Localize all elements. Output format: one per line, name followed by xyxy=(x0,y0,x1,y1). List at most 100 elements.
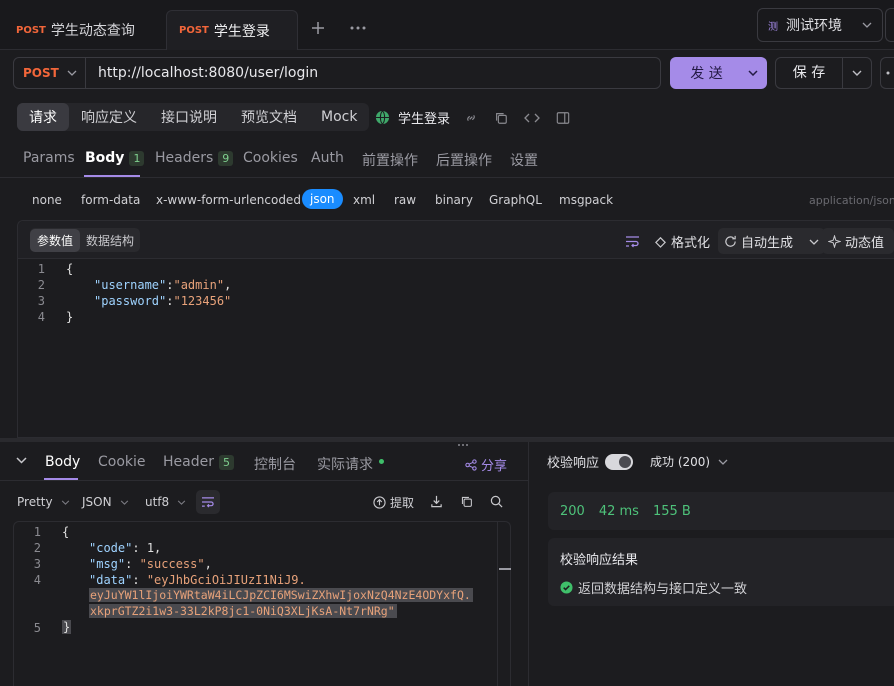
tab-mock[interactable]: Mock xyxy=(309,103,369,131)
tab-settings[interactable]: 设置 xyxy=(510,150,538,170)
tab-pre-processors[interactable]: 前置操作 xyxy=(362,150,418,170)
body-type-form-data[interactable]: form-data xyxy=(81,193,140,207)
copy-icon[interactable] xyxy=(494,111,508,125)
environment-extra[interactable] xyxy=(885,8,894,42)
code-line[interactable]: eyJuYW1lIjoiYWRtaW4iLCJpZCI6MSwiZXhwIjox… xyxy=(89,588,473,602)
body-type-binary[interactable]: binary xyxy=(435,193,473,207)
code-line[interactable]: "data": "eyJhbGciOiJIUzI1NiJ9. xyxy=(89,573,306,587)
drag-handle-icon[interactable] xyxy=(457,437,469,446)
link-icon[interactable] xyxy=(464,111,478,125)
request-name[interactable]: 学生登录 xyxy=(398,108,450,127)
language-select[interactable]: JSON xyxy=(82,495,129,509)
response-tab-console[interactable]: 控制台 xyxy=(254,454,296,474)
tab-post-processors[interactable]: 后置操作 xyxy=(436,150,492,170)
code-line[interactable]: "msg": "success", xyxy=(89,557,212,571)
status-dot xyxy=(379,458,384,464)
body-type-raw[interactable]: raw xyxy=(394,193,416,207)
code-line[interactable]: } xyxy=(62,620,72,634)
tab-preview-docs[interactable]: 预览文档 xyxy=(229,103,309,131)
json-key: "username" xyxy=(94,278,167,292)
code-line[interactable]: "code": 1, xyxy=(89,541,161,555)
code-line[interactable]: } xyxy=(66,310,73,324)
code-line[interactable]: "username":"admin", xyxy=(94,278,231,292)
scrollbar[interactable] xyxy=(497,522,511,686)
tab-api-description[interactable]: 接口说明 xyxy=(149,103,229,131)
tab-request[interactable]: 请求 xyxy=(17,103,69,131)
more-tabs-button[interactable] xyxy=(346,16,370,40)
body-type-json[interactable]: json xyxy=(302,189,343,209)
url-input[interactable] xyxy=(86,58,660,88)
tab-headers[interactable]: Headers 9 xyxy=(155,150,234,166)
body-type-none[interactable]: none xyxy=(32,193,62,207)
status-code: 200 xyxy=(560,503,585,519)
validate-toggle[interactable] xyxy=(605,453,634,470)
share-button[interactable]: 分享 xyxy=(465,455,507,474)
send-label: 发 送 xyxy=(690,66,723,82)
json-value: "admin" xyxy=(173,278,225,292)
share-icon xyxy=(465,458,477,471)
validate-response-label: 校验响应 xyxy=(547,456,600,471)
wrap-button[interactable] xyxy=(620,228,644,254)
json-value-cont: xkprGTZ2i1w3-33L2kP8jc1-0NiQ3XLjKsA-Nt7r… xyxy=(90,604,395,618)
validation-status-select[interactable]: 成功 (200) xyxy=(650,453,728,470)
search-button[interactable] xyxy=(490,495,503,512)
code-line[interactable]: "password":"123456" xyxy=(94,294,231,308)
environment-select[interactable]: 测 测试环境 xyxy=(757,8,883,42)
panel-splitter[interactable] xyxy=(0,438,894,442)
wrap-lines-icon xyxy=(625,235,639,247)
encoding-select[interactable]: utf8 xyxy=(145,495,186,509)
send-button[interactable]: 发 送 xyxy=(670,57,767,89)
body-type-urlencoded[interactable]: x-www-form-urlencoded xyxy=(156,193,301,207)
method-select[interactable]: POST xyxy=(14,58,86,88)
response-tab-cookie[interactable]: Cookie xyxy=(98,454,146,470)
request-name-area: 学生登录 xyxy=(375,108,570,127)
tab-headers-label: Headers xyxy=(155,150,214,166)
response-tab-actual-request[interactable]: 实际请求 xyxy=(317,454,384,474)
body-type-xml[interactable]: xml xyxy=(353,193,375,207)
send-dropdown[interactable] xyxy=(739,70,767,76)
download-icon xyxy=(431,495,442,508)
copy-button[interactable] xyxy=(460,495,473,512)
format-value: Pretty xyxy=(17,495,53,509)
refresh-icon xyxy=(725,235,736,247)
save-button[interactable]: 保 存 xyxy=(776,58,843,88)
tab-params[interactable]: Params xyxy=(23,150,75,166)
tab-response-definition[interactable]: 响应定义 xyxy=(69,103,149,131)
line-number: 3 xyxy=(37,294,45,308)
wrap-button[interactable] xyxy=(196,490,220,514)
dynamic-value-button[interactable]: 动态值 xyxy=(822,228,894,254)
mode-schema[interactable]: 数据结构 xyxy=(80,229,140,252)
request-tab-active[interactable]: POST 学生登录 xyxy=(166,10,298,50)
auto-generate-button[interactable]: 自动生成 xyxy=(718,228,826,254)
body-type-graphql[interactable]: GraphQL xyxy=(489,193,542,207)
line-number: 5 xyxy=(33,621,41,635)
download-button[interactable] xyxy=(430,495,443,512)
more-actions-button[interactable] xyxy=(880,57,894,89)
save-dropdown[interactable] xyxy=(843,70,871,76)
tab-cookies[interactable]: Cookies xyxy=(243,150,298,166)
response-size: 155 B xyxy=(652,503,691,519)
code-line[interactable]: { xyxy=(66,262,73,276)
format-button[interactable]: 格式化 xyxy=(654,228,710,254)
code-line[interactable]: { xyxy=(62,525,69,539)
body-type-msgpack[interactable]: msgpack xyxy=(559,193,613,207)
code-line[interactable]: xkprGTZ2i1w3-33L2kP8jc1-0NiQ3XLjKsA-Nt7r… xyxy=(89,604,397,618)
add-tab-button[interactable] xyxy=(306,16,330,40)
request-tab[interactable]: POST 学生动态查询 xyxy=(4,10,147,50)
scrollbar-thumb[interactable] xyxy=(499,568,511,570)
collapse-response-button[interactable] xyxy=(16,453,27,468)
panel-icon[interactable] xyxy=(556,111,570,125)
validation-status: 成功 (200) xyxy=(650,455,711,469)
auto-generate-dropdown[interactable] xyxy=(809,234,819,249)
mode-param-value[interactable]: 参数值 xyxy=(30,228,81,252)
format-select[interactable]: Pretty xyxy=(17,495,70,509)
extract-label: 提取 xyxy=(390,496,415,510)
response-tab-header[interactable]: Header 5 xyxy=(163,454,234,470)
format-label: 格式化 xyxy=(671,235,711,251)
tab-auth[interactable]: Auth xyxy=(311,150,344,166)
extract-button[interactable]: 提取 xyxy=(373,494,414,511)
code-icon[interactable] xyxy=(524,111,540,125)
chevron-down-icon xyxy=(67,70,77,76)
tab-body[interactable]: Body 1 xyxy=(85,150,145,166)
response-tab-body[interactable]: Body xyxy=(45,454,80,470)
